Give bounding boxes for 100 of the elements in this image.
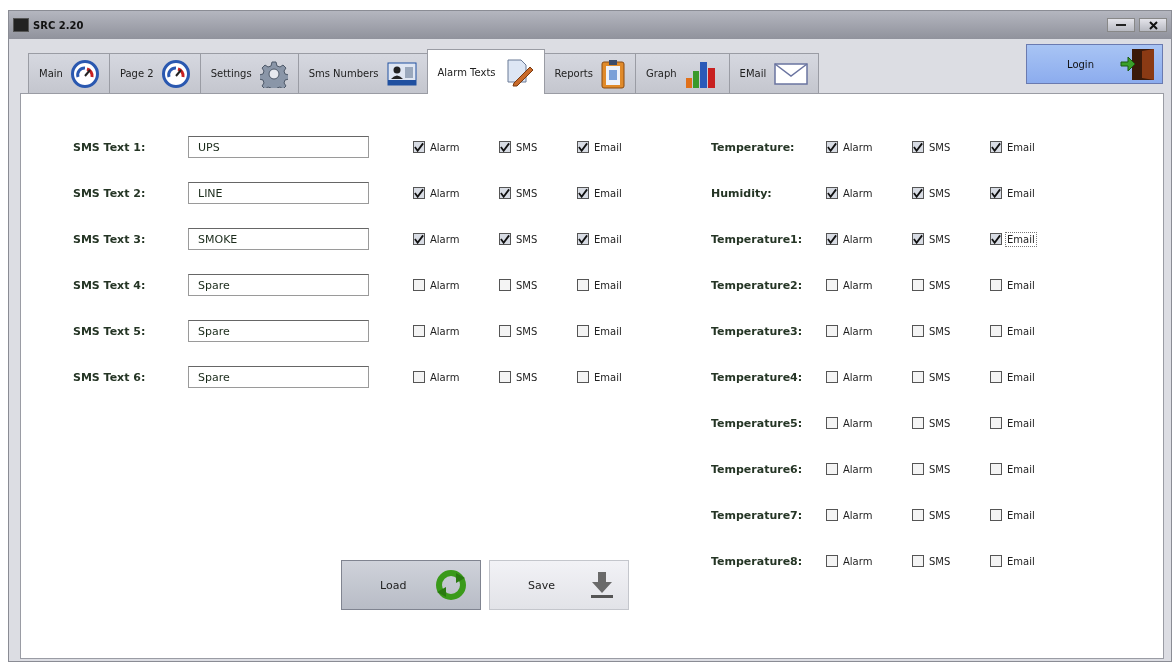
checkbox[interactable] bbox=[826, 279, 838, 291]
checkbox[interactable] bbox=[826, 325, 838, 337]
checkbox-label: Email bbox=[593, 278, 623, 293]
checkbox[interactable] bbox=[826, 233, 838, 245]
checkbox[interactable] bbox=[990, 233, 1002, 245]
checkbox[interactable] bbox=[990, 555, 1002, 567]
checkbox[interactable] bbox=[912, 417, 924, 429]
text-field[interactable]: SMOKE bbox=[188, 228, 369, 250]
checkbox[interactable] bbox=[826, 187, 838, 199]
text-field[interactable]: Spare bbox=[188, 320, 369, 342]
checkbox[interactable] bbox=[577, 233, 589, 245]
checkbox-label: Email bbox=[593, 324, 623, 339]
checkbox[interactable] bbox=[499, 141, 511, 153]
checkbox-label: Alarm bbox=[429, 232, 461, 247]
tab[interactable]: Graph bbox=[634, 53, 730, 93]
checkbox[interactable] bbox=[499, 371, 511, 383]
checkbox[interactable] bbox=[912, 555, 924, 567]
checkbox-label: Alarm bbox=[842, 324, 874, 339]
field-label: Temperature: bbox=[711, 140, 796, 154]
checkbox[interactable] bbox=[826, 417, 838, 429]
checkbox[interactable] bbox=[413, 371, 425, 383]
checkbox[interactable] bbox=[499, 233, 511, 245]
checkbox[interactable] bbox=[826, 509, 838, 521]
checkbox[interactable] bbox=[413, 187, 425, 199]
login-button[interactable]: Login bbox=[1026, 44, 1163, 84]
checkbox-label: Email bbox=[1006, 508, 1036, 523]
checkbox[interactable] bbox=[577, 141, 589, 153]
checkbox[interactable] bbox=[413, 233, 425, 245]
checkbox[interactable] bbox=[826, 555, 838, 567]
checkbox[interactable] bbox=[990, 325, 1002, 337]
checkbox[interactable] bbox=[912, 463, 924, 475]
checkbox[interactable] bbox=[577, 325, 589, 337]
checkbox[interactable] bbox=[413, 141, 425, 153]
checkbox[interactable] bbox=[990, 417, 1002, 429]
checkbox[interactable] bbox=[577, 279, 589, 291]
checkbox[interactable] bbox=[499, 187, 511, 199]
checkbox[interactable] bbox=[413, 325, 425, 337]
exit-door-icon bbox=[1120, 47, 1156, 81]
checkbox[interactable] bbox=[990, 187, 1002, 199]
tab[interactable]: Settings bbox=[199, 53, 299, 93]
checkbox-label: Alarm bbox=[429, 370, 461, 385]
download-icon bbox=[590, 571, 614, 599]
checkbox[interactable] bbox=[912, 233, 924, 245]
gear-icon bbox=[259, 59, 288, 88]
checkbox-label: SMS bbox=[928, 416, 952, 431]
checkbox[interactable] bbox=[826, 141, 838, 153]
close-button[interactable] bbox=[1139, 18, 1167, 32]
checkbox-label: SMS bbox=[928, 278, 952, 293]
checkbox[interactable] bbox=[912, 279, 924, 291]
checkbox[interactable] bbox=[826, 463, 838, 475]
window-title: SRC 2.20 bbox=[33, 19, 85, 31]
gauge-icon bbox=[70, 59, 99, 88]
checkbox[interactable] bbox=[577, 371, 589, 383]
minimize-button[interactable] bbox=[1107, 18, 1135, 32]
tab[interactable]: Page 2 bbox=[108, 53, 201, 93]
checkbox[interactable] bbox=[990, 463, 1002, 475]
tab[interactable]: EMail bbox=[728, 53, 820, 93]
app-icon bbox=[13, 18, 29, 32]
checkbox[interactable] bbox=[990, 371, 1002, 383]
field-label: Temperature3: bbox=[711, 324, 804, 338]
field-label: SMS Text 3: bbox=[73, 232, 147, 246]
checkbox-label: SMS bbox=[928, 232, 952, 247]
checkbox[interactable] bbox=[912, 187, 924, 199]
checkbox[interactable] bbox=[990, 509, 1002, 521]
tab[interactable]: Reports bbox=[543, 53, 636, 93]
minimize-icon bbox=[1116, 23, 1126, 27]
checkbox[interactable] bbox=[990, 141, 1002, 153]
checkbox-label: Alarm bbox=[842, 186, 874, 201]
checkbox-label: Email bbox=[1006, 186, 1036, 201]
checkbox-label: Alarm bbox=[429, 324, 461, 339]
checkbox[interactable] bbox=[413, 279, 425, 291]
checkbox-label: Alarm bbox=[429, 140, 461, 155]
checkbox-label: Email bbox=[593, 232, 623, 247]
text-field[interactable]: UPS bbox=[188, 136, 369, 158]
checkbox-label: Alarm bbox=[429, 278, 461, 293]
checkbox[interactable] bbox=[912, 509, 924, 521]
checkbox-label: SMS bbox=[515, 324, 539, 339]
checkbox-label: Email bbox=[593, 186, 623, 201]
text-field[interactable]: LINE bbox=[188, 182, 369, 204]
checkbox[interactable] bbox=[990, 279, 1002, 291]
checkbox[interactable] bbox=[912, 141, 924, 153]
checkbox[interactable] bbox=[499, 325, 511, 337]
checkbox[interactable] bbox=[499, 279, 511, 291]
field-label: Temperature4: bbox=[711, 370, 804, 384]
tab[interactable]: Main bbox=[28, 53, 110, 93]
checkbox[interactable] bbox=[577, 187, 589, 199]
checkbox[interactable] bbox=[912, 325, 924, 337]
action-button[interactable]: Save bbox=[489, 560, 629, 610]
checkbox[interactable] bbox=[912, 371, 924, 383]
field-label: Temperature6: bbox=[711, 462, 804, 476]
tab[interactable]: Alarm Texts bbox=[426, 49, 545, 94]
text-field[interactable]: Spare bbox=[188, 366, 369, 388]
tab[interactable]: Sms Numbers bbox=[297, 53, 428, 93]
checkbox-label: SMS bbox=[928, 554, 952, 569]
checkbox-label: Alarm bbox=[842, 554, 874, 569]
checkbox[interactable] bbox=[826, 371, 838, 383]
text-field[interactable]: Spare bbox=[188, 274, 369, 296]
field-label: Temperature1: bbox=[711, 232, 804, 246]
action-button[interactable]: Load bbox=[341, 560, 481, 610]
checkbox-label: Alarm bbox=[842, 462, 874, 477]
